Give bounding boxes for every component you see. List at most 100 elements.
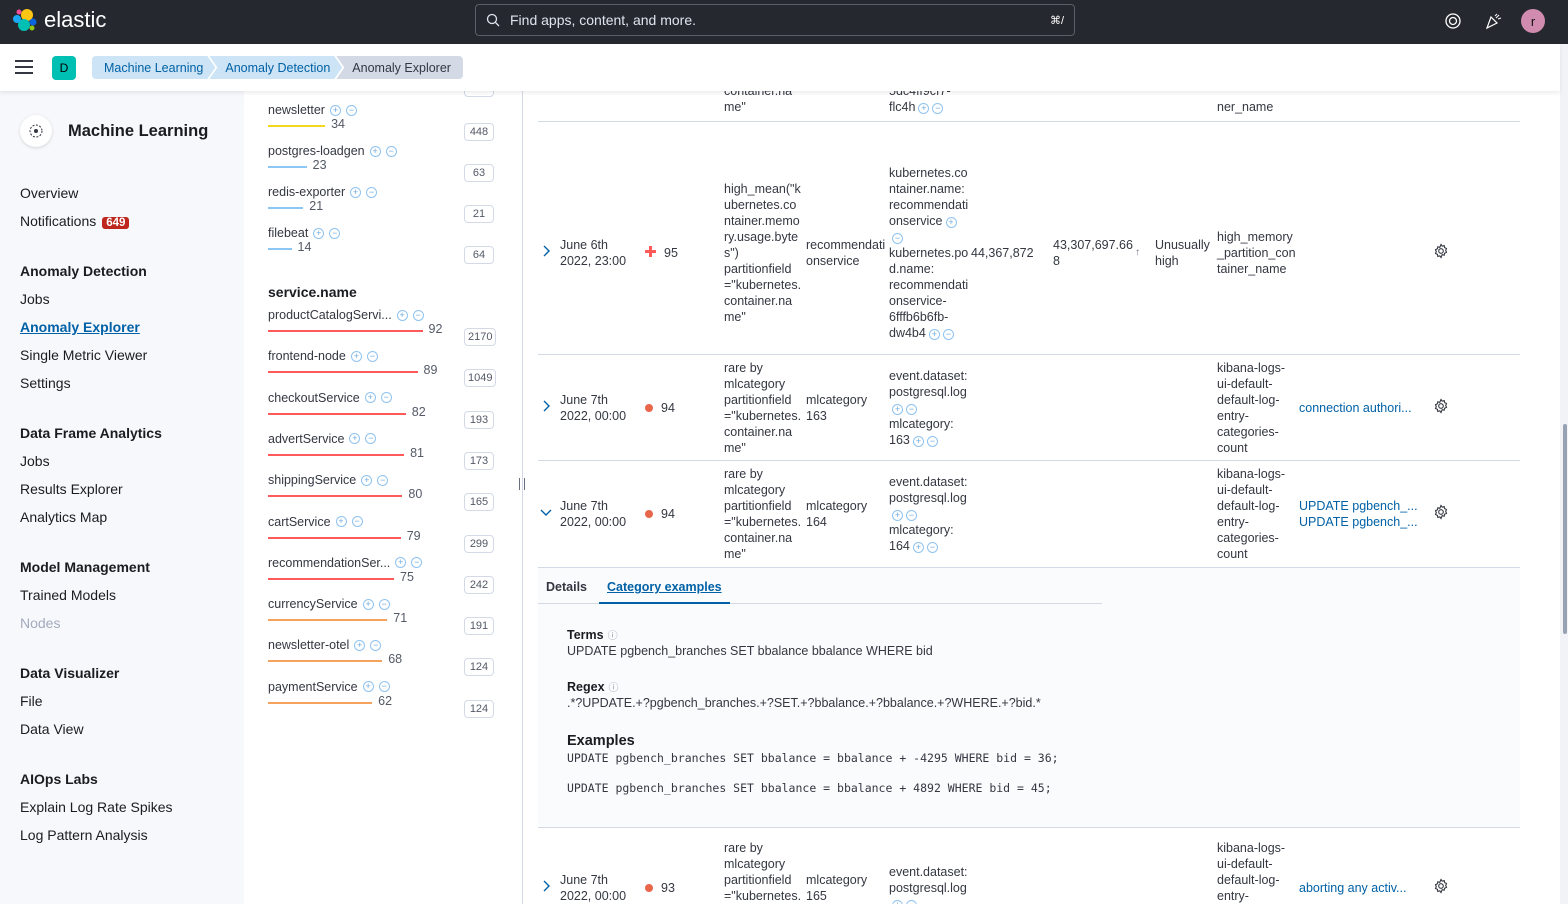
remove-filter-icon[interactable]: − bbox=[366, 350, 378, 362]
remove-filter-icon[interactable]: − bbox=[942, 329, 954, 340]
remove-filter-icon[interactable]: − bbox=[380, 392, 392, 404]
info-icon[interactable]: ⓘ bbox=[608, 631, 618, 642]
job-id: high_memory_partition_container_name bbox=[1217, 230, 1296, 276]
page-scrollbar[interactable] bbox=[1560, 44, 1568, 904]
add-filter-icon[interactable]: + bbox=[396, 309, 408, 321]
remove-filter-icon[interactable]: − bbox=[906, 403, 917, 415]
add-filter-icon[interactable]: + bbox=[361, 474, 373, 486]
influencer-count: 1049 bbox=[464, 369, 497, 388]
elastic-logo-icon bbox=[13, 9, 37, 31]
info-icon[interactable]: ⓘ bbox=[609, 683, 619, 694]
add-filter-icon[interactable]: + bbox=[369, 145, 381, 157]
add-filter-icon[interactable]: + bbox=[928, 329, 940, 340]
nav-item-data-view[interactable]: Data View bbox=[20, 715, 230, 743]
nav-item-label: Notifications bbox=[20, 213, 97, 229]
add-filter-icon[interactable]: + bbox=[918, 103, 930, 114]
remove-filter-icon[interactable]: − bbox=[906, 899, 917, 904]
tab-category-examples[interactable]: Category examples bbox=[599, 568, 730, 604]
gear-icon[interactable] bbox=[1433, 877, 1455, 898]
remove-filter-icon[interactable]: − bbox=[365, 433, 377, 445]
remove-filter-icon[interactable]: − bbox=[345, 104, 357, 116]
breadcrumb-bar: D Machine Learning Anomaly Detection Ano… bbox=[0, 44, 1560, 91]
elastic-logo[interactable]: elastic bbox=[12, 7, 106, 33]
side-nav: Machine Learning Overview Notifications 6… bbox=[0, 91, 244, 904]
remove-filter-icon[interactable]: − bbox=[378, 598, 390, 610]
gear-icon[interactable] bbox=[1433, 243, 1455, 263]
nav-item-jobs[interactable]: Jobs bbox=[20, 447, 230, 475]
menu-icon[interactable] bbox=[15, 60, 33, 74]
nav-section-title: Anomaly Detection bbox=[20, 263, 147, 279]
add-filter-icon[interactable]: + bbox=[362, 681, 374, 693]
remove-filter-icon[interactable]: − bbox=[329, 227, 341, 239]
category-example-link[interactable]: UPDATE pgbench_... bbox=[1299, 514, 1429, 530]
add-filter-icon[interactable]: + bbox=[329, 104, 341, 116]
add-filter-icon[interactable]: + bbox=[349, 433, 361, 445]
category-example-link[interactable]: UPDATE pgbench_... bbox=[1299, 498, 1429, 514]
chevron-right-icon[interactable] bbox=[540, 880, 554, 896]
scrollbar-thumb[interactable] bbox=[1563, 424, 1567, 634]
nav-item-file[interactable]: File bbox=[20, 687, 230, 715]
remove-filter-icon[interactable]: − bbox=[370, 639, 382, 651]
remove-filter-icon[interactable]: − bbox=[385, 145, 397, 157]
add-filter-icon[interactable]: + bbox=[350, 186, 362, 198]
remove-filter-icon[interactable]: − bbox=[411, 557, 423, 569]
remove-filter-icon[interactable]: − bbox=[351, 516, 363, 527]
category-example-link[interactable]: connection authori... bbox=[1299, 400, 1429, 416]
add-filter-icon[interactable]: + bbox=[892, 403, 903, 415]
add-filter-icon[interactable]: + bbox=[945, 217, 957, 228]
nav-item-log-pattern-analysis[interactable]: Log Pattern Analysis bbox=[20, 821, 230, 849]
add-filter-icon[interactable]: + bbox=[350, 350, 362, 362]
nav-item-notifications[interactable]: Notifications 649 bbox=[20, 207, 230, 235]
help-icon[interactable] bbox=[1442, 10, 1464, 32]
tab-details[interactable]: Details bbox=[538, 568, 595, 604]
nav-item-anomaly-explorer[interactable]: Anomaly Explorer bbox=[20, 313, 230, 341]
add-filter-icon[interactable]: + bbox=[313, 227, 325, 239]
add-filter-icon[interactable]: + bbox=[892, 510, 903, 521]
nav-item-analytics-map[interactable]: Analytics Map bbox=[20, 503, 230, 531]
remove-filter-icon[interactable]: − bbox=[926, 435, 938, 447]
remove-filter-icon[interactable]: − bbox=[412, 309, 424, 321]
remove-filter-icon[interactable]: − bbox=[926, 542, 938, 553]
remove-filter-icon[interactable]: − bbox=[932, 103, 944, 114]
influencer-score-bar bbox=[268, 166, 307, 168]
remove-filter-icon[interactable]: − bbox=[892, 233, 903, 244]
nav-item-single-metric-viewer[interactable]: Single Metric Viewer bbox=[20, 341, 230, 369]
global-search-input[interactable]: Find apps, content, and more. ⌘/ bbox=[475, 4, 1075, 36]
section-label: Terms bbox=[567, 628, 604, 642]
remove-filter-icon[interactable]: − bbox=[906, 510, 917, 521]
add-filter-icon[interactable]: + bbox=[335, 516, 347, 527]
remove-filter-icon[interactable]: − bbox=[378, 681, 390, 693]
gear-icon[interactable] bbox=[1433, 397, 1455, 418]
breadcrumb-anomaly-detection[interactable]: Anomaly Detection bbox=[209, 56, 342, 79]
influencer-field-name: event.dataset: bbox=[889, 864, 968, 879]
remove-filter-icon[interactable]: − bbox=[366, 186, 378, 198]
breadcrumb-machine-learning[interactable]: Machine Learning bbox=[92, 56, 215, 79]
nav-item-results-explorer[interactable]: Results Explorer bbox=[20, 475, 230, 503]
space-avatar[interactable]: D bbox=[52, 56, 76, 80]
gear-icon[interactable] bbox=[1433, 504, 1455, 524]
add-filter-icon[interactable]: + bbox=[892, 899, 903, 904]
add-filter-icon[interactable]: + bbox=[912, 435, 924, 447]
actions-cell bbox=[1433, 152, 1455, 354]
chevron-down-icon[interactable] bbox=[540, 506, 554, 522]
category-example-link[interactable]: aborting any activ... bbox=[1299, 880, 1429, 896]
chevron-right-icon[interactable] bbox=[540, 400, 554, 416]
nav-item-nodes[interactable]: Nodes bbox=[20, 609, 230, 637]
add-filter-icon[interactable]: + bbox=[912, 542, 924, 553]
nav-item-overview[interactable]: Overview bbox=[20, 179, 230, 207]
user-avatar[interactable]: r bbox=[1521, 9, 1545, 33]
news-feed-icon[interactable] bbox=[1482, 10, 1504, 32]
influencer-field-name: kubernetes.container.name: bbox=[889, 166, 968, 196]
remove-filter-icon[interactable]: − bbox=[377, 474, 389, 486]
job-cell: kibana-logs-ui-default-default-log-entry… bbox=[1217, 828, 1297, 904]
nav-item-settings[interactable]: Settings bbox=[20, 369, 230, 397]
nav-item-explain-log-rate-spikes[interactable]: Explain Log Rate Spikes bbox=[20, 793, 230, 821]
add-filter-icon[interactable]: + bbox=[395, 557, 407, 569]
add-filter-icon[interactable]: + bbox=[364, 392, 376, 404]
nav-item-trained-models[interactable]: Trained Models bbox=[20, 581, 230, 609]
add-filter-icon[interactable]: + bbox=[362, 598, 374, 610]
nav-item-jobs[interactable]: Jobs bbox=[20, 285, 230, 313]
chevron-right-icon[interactable] bbox=[540, 245, 554, 261]
anomaly-score: 95 bbox=[664, 246, 678, 260]
add-filter-icon[interactable]: + bbox=[354, 639, 366, 651]
